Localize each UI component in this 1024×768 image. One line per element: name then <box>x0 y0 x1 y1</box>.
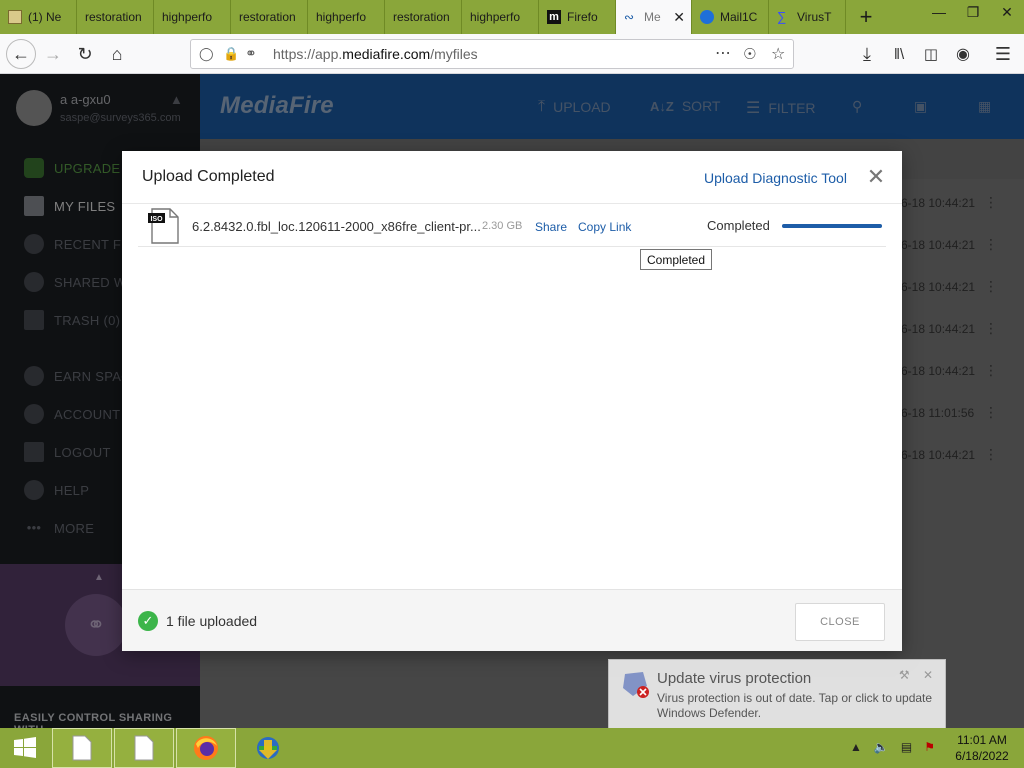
tab-label: restoration <box>239 10 296 24</box>
copy-link[interactable]: Copy Link <box>578 220 631 234</box>
share-link[interactable]: Share <box>535 220 567 234</box>
pocket-icon[interactable]: ☉ <box>743 45 756 63</box>
reload-icon[interactable]: ↻ <box>70 39 100 69</box>
browser-tab[interactable]: m Firefo <box>539 0 616 34</box>
back-icon[interactable]: ← <box>6 39 36 69</box>
defender-flag-icon[interactable]: ⚑ <box>924 740 935 754</box>
facebook-icon <box>8 10 22 24</box>
tab-label: highperfo <box>316 10 367 24</box>
maximize-icon[interactable]: ❐ <box>956 0 990 24</box>
browser-tab[interactable]: highperfo <box>308 0 385 34</box>
windows-start-icon[interactable] <box>0 728 50 768</box>
divider <box>122 203 902 204</box>
minimize-icon[interactable]: — <box>922 0 956 24</box>
tab-label: (1) Ne <box>28 10 62 24</box>
tab-label: restoration <box>393 10 450 24</box>
windows-taskbar: ▲ 🔈 ▤ ⚑ 11:01 AM 6/18/2022 <box>0 728 1024 768</box>
taskbar-file-icon[interactable] <box>114 728 174 768</box>
sidebar-toggle-icon[interactable]: ◫ <box>916 39 946 69</box>
url-text: https://app.mediafire.com/myfiles <box>273 46 478 62</box>
upload-progress-fill <box>782 224 882 228</box>
notification-title: Update virus protection <box>657 670 812 687</box>
close-icon[interactable]: ✕ <box>923 668 933 682</box>
new-tab-button[interactable]: + <box>846 0 886 34</box>
browser-tab[interactable]: restoration <box>231 0 308 34</box>
mediafire-icon: ∾ <box>624 10 635 24</box>
tab-label: Me <box>644 10 661 24</box>
download-icon[interactable]: ⤓ <box>852 39 882 69</box>
close-button[interactable]: CLOSE <box>795 603 885 641</box>
browser-tab[interactable]: restoration <box>385 0 462 34</box>
url-path: /myfiles <box>430 46 478 62</box>
url-host: mediafire.com <box>342 46 431 62</box>
defender-warning-icon <box>623 672 649 698</box>
mail-icon <box>700 10 714 24</box>
status-tooltip: Completed <box>640 249 713 270</box>
browser-tab[interactable]: Mail1C <box>692 0 769 34</box>
tab-label: VirusT <box>797 10 832 24</box>
page-actions-icon[interactable]: ⋯ <box>715 43 731 63</box>
notification-text: Virus protection is out of date. Tap or … <box>657 691 933 720</box>
upload-status: Completed <box>707 218 770 233</box>
tab-label: highperfo <box>470 10 521 24</box>
account-icon[interactable]: ◉ <box>948 39 978 69</box>
wrench-icon[interactable]: ⚒ <box>899 668 910 682</box>
clock-date: 6/18/2022 <box>955 749 1009 763</box>
shield-icon[interactable]: ◯ <box>199 46 214 62</box>
clock-time: 11:01 AM <box>957 733 1007 747</box>
dialog-title: Upload Completed <box>142 168 275 185</box>
key-icon[interactable]: ⚭ <box>245 45 257 62</box>
files-uploaded-count: 1 file uploaded <box>166 613 258 629</box>
taskbar-firefox-icon[interactable] <box>176 728 236 768</box>
library-icon[interactable]: ‖\ <box>884 39 914 69</box>
taskbar-file-icon[interactable] <box>52 728 112 768</box>
system-tray: ▲ 🔈 ▤ ⚑ <box>850 740 935 754</box>
browser-nav-bar: ← → ↻ ⌂ ◯ 🔒 ⚭ https://app.mediafire.com/… <box>0 34 1024 74</box>
url-bar[interactable]: ◯ 🔒 ⚭ https://app.mediafire.com/myfiles … <box>190 39 794 69</box>
browser-tab[interactable]: (1) Ne <box>0 0 77 34</box>
home-icon[interactable]: ⌂ <box>102 39 132 69</box>
tab-label: highperfo <box>162 10 213 24</box>
browser-tab[interactable]: highperfo <box>462 0 539 34</box>
close-icon[interactable]: ✕ <box>673 9 685 26</box>
file-name: 6.2.8432.0.fbl_loc.120611-2000_x86fre_cl… <box>192 219 481 234</box>
check-circle-icon: ✓ <box>138 611 158 631</box>
taskbar-clock[interactable]: 11:01 AM 6/18/2022 <box>944 732 1020 764</box>
defender-notification[interactable]: Update virus protection Virus protection… <box>608 659 946 729</box>
browser-tab[interactable]: highperfo <box>154 0 231 34</box>
tab-label: Mail1C <box>720 10 758 24</box>
lock-icon[interactable]: 🔒 <box>223 46 239 62</box>
network-icon[interactable]: ▤ <box>901 740 912 754</box>
tab-label: restoration <box>85 10 142 24</box>
window-close-icon[interactable]: ✕ <box>990 0 1024 24</box>
close-icon[interactable]: ✕ <box>864 164 888 189</box>
tab-label: Firefo <box>567 10 598 24</box>
volume-muted-icon[interactable]: 🔈 <box>874 740 889 754</box>
upload-file-row: ISO 6.2.8432.0.fbl_loc.120611-2000_x86fr… <box>138 206 886 247</box>
upload-diagnostic-tool-link[interactable]: Upload Diagnostic Tool <box>704 170 847 186</box>
browser-tab-active[interactable]: ∾ Me ✕ <box>616 0 692 34</box>
menu-icon[interactable]: ☰ <box>988 39 1018 69</box>
browser-tab[interactable]: ∑ VirusT <box>769 0 846 34</box>
window-controls: — ❐ ✕ <box>922 0 1024 28</box>
iso-file-icon: ISO <box>148 208 179 244</box>
upload-progress-bar <box>782 224 882 228</box>
iso-badge: ISO <box>150 216 163 223</box>
forward-icon[interactable]: → <box>38 39 68 69</box>
taskbar-download-manager-icon[interactable] <box>238 728 298 768</box>
dialog-footer: ✓ 1 file uploaded CLOSE <box>122 589 902 651</box>
m-icon: m <box>547 10 561 24</box>
browser-tab-strip: (1) Ne restoration highperfo restoration… <box>0 0 1024 34</box>
tray-expand-icon[interactable]: ▲ <box>850 740 862 754</box>
url-prefix: https://app. <box>273 46 343 62</box>
file-size: 2.30 GB <box>482 220 523 232</box>
browser-tab[interactable]: restoration <box>77 0 154 34</box>
virustotal-icon: ∑ <box>777 9 787 24</box>
upload-completed-dialog: Upload Completed Upload Diagnostic Tool … <box>122 151 902 651</box>
notification-controls: ⚒ ✕ <box>899 668 933 682</box>
bookmark-star-icon[interactable]: ☆ <box>771 44 785 64</box>
